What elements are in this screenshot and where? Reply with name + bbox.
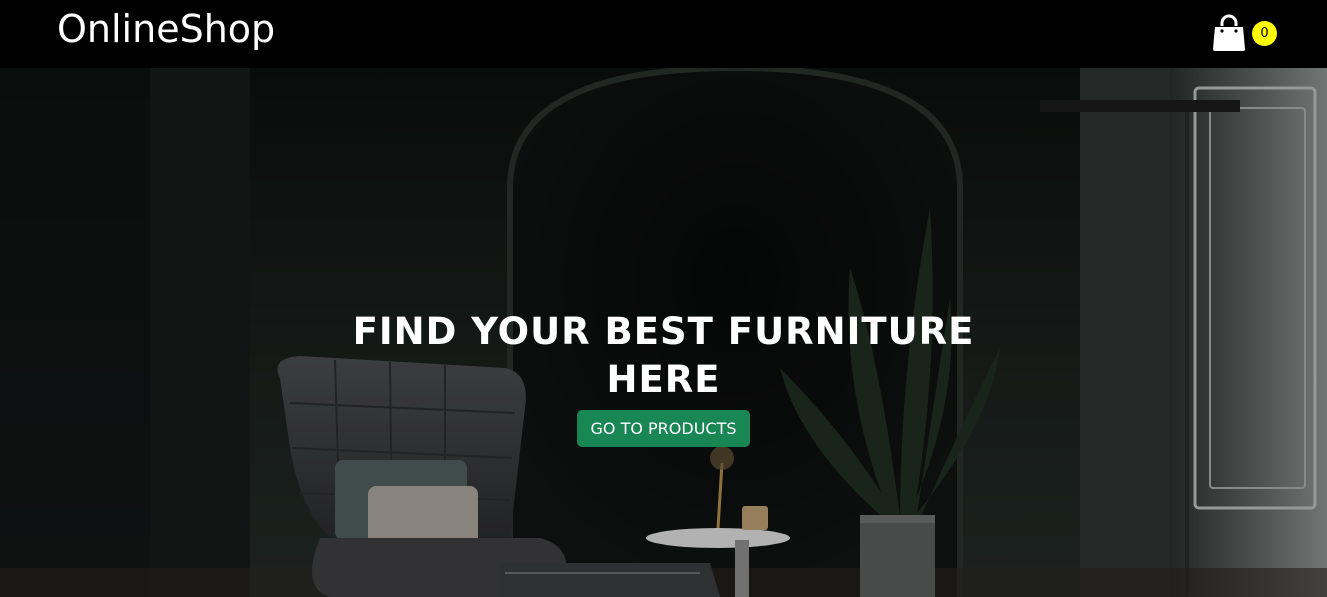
cart-button[interactable]: 0	[1212, 14, 1282, 54]
hero-content: FIND YOUR BEST FURNITURE HERE GO TO PROD…	[0, 308, 1327, 447]
shopping-bag-icon	[1213, 14, 1245, 51]
go-to-products-button[interactable]: GO TO PRODUCTS	[577, 410, 750, 447]
cart-count-badge: 0	[1252, 21, 1277, 46]
hero-title: FIND YOUR BEST FURNITURE HERE	[352, 310, 975, 401]
hero-banner: FIND YOUR BEST FURNITURE HERE GO TO PROD…	[0, 68, 1327, 597]
brand-logo[interactable]: OnlineShop	[57, 6, 275, 52]
navbar: OnlineShop 0	[0, 0, 1327, 68]
